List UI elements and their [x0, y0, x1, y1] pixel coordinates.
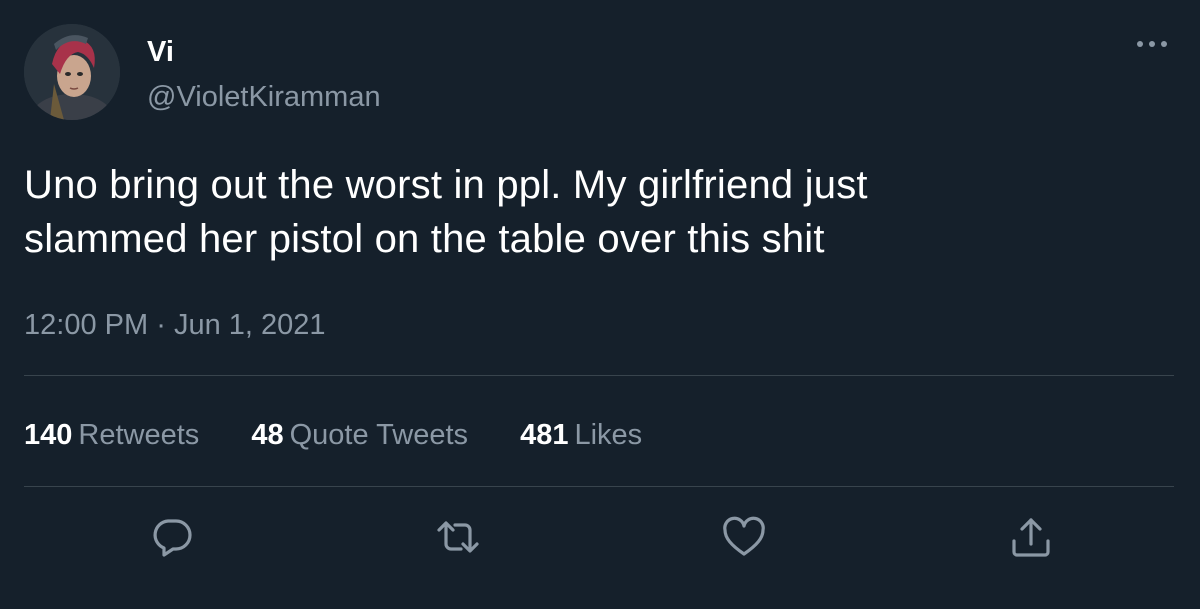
reply-button[interactable] — [149, 514, 195, 560]
retweet-button[interactable] — [435, 514, 481, 560]
tweet-text-line: slammed her pistol on the table over thi… — [24, 217, 825, 261]
quote-tweets-count: 48 — [251, 419, 284, 451]
quote-tweets-label: Quote Tweets — [289, 419, 469, 451]
quote-tweets-stat[interactable]: 48 Quote Tweets — [251, 418, 468, 452]
avatar-image — [24, 24, 120, 120]
tweet-date: Jun 1, 2021 — [173, 309, 326, 341]
reply-icon — [153, 519, 192, 557]
heart-icon — [723, 516, 765, 556]
engagement-stats: 140 Retweets 48 Quote Tweets 481 Likes — [24, 418, 686, 452]
likes-stat[interactable]: 481 Likes — [520, 418, 642, 452]
retweets-stat[interactable]: 140 Retweets — [24, 418, 199, 452]
more-options-button[interactable] — [1132, 30, 1172, 58]
timestamp-separator: · — [156, 309, 166, 341]
retweets-label: Retweets — [78, 419, 200, 451]
tweet-card: Vi @VioletKiramman Uno bring out the wor… — [0, 0, 1200, 609]
tweet-text: Uno bring out the worst in ppl. My girlf… — [24, 158, 1174, 266]
retweet-icon — [437, 521, 479, 553]
like-button[interactable] — [721, 514, 767, 560]
share-icon — [1012, 518, 1050, 557]
more-horizontal-icon — [1137, 41, 1167, 47]
divider — [24, 486, 1174, 487]
tweet-time: 12:00 PM — [24, 309, 149, 341]
author-handle[interactable]: @VioletKiramman — [147, 80, 381, 114]
tweet-timestamp[interactable]: 12:00 PM · Jun 1, 2021 — [24, 308, 326, 342]
tweet-text-line: Uno bring out the worst in ppl. My girlf… — [24, 163, 868, 207]
retweets-count: 140 — [24, 419, 73, 451]
avatar[interactable] — [24, 24, 120, 120]
share-button[interactable] — [1008, 514, 1054, 560]
likes-label: Likes — [574, 419, 643, 451]
author-name[interactable]: Vi — [147, 35, 174, 69]
divider — [24, 375, 1174, 376]
likes-count: 481 — [520, 419, 569, 451]
